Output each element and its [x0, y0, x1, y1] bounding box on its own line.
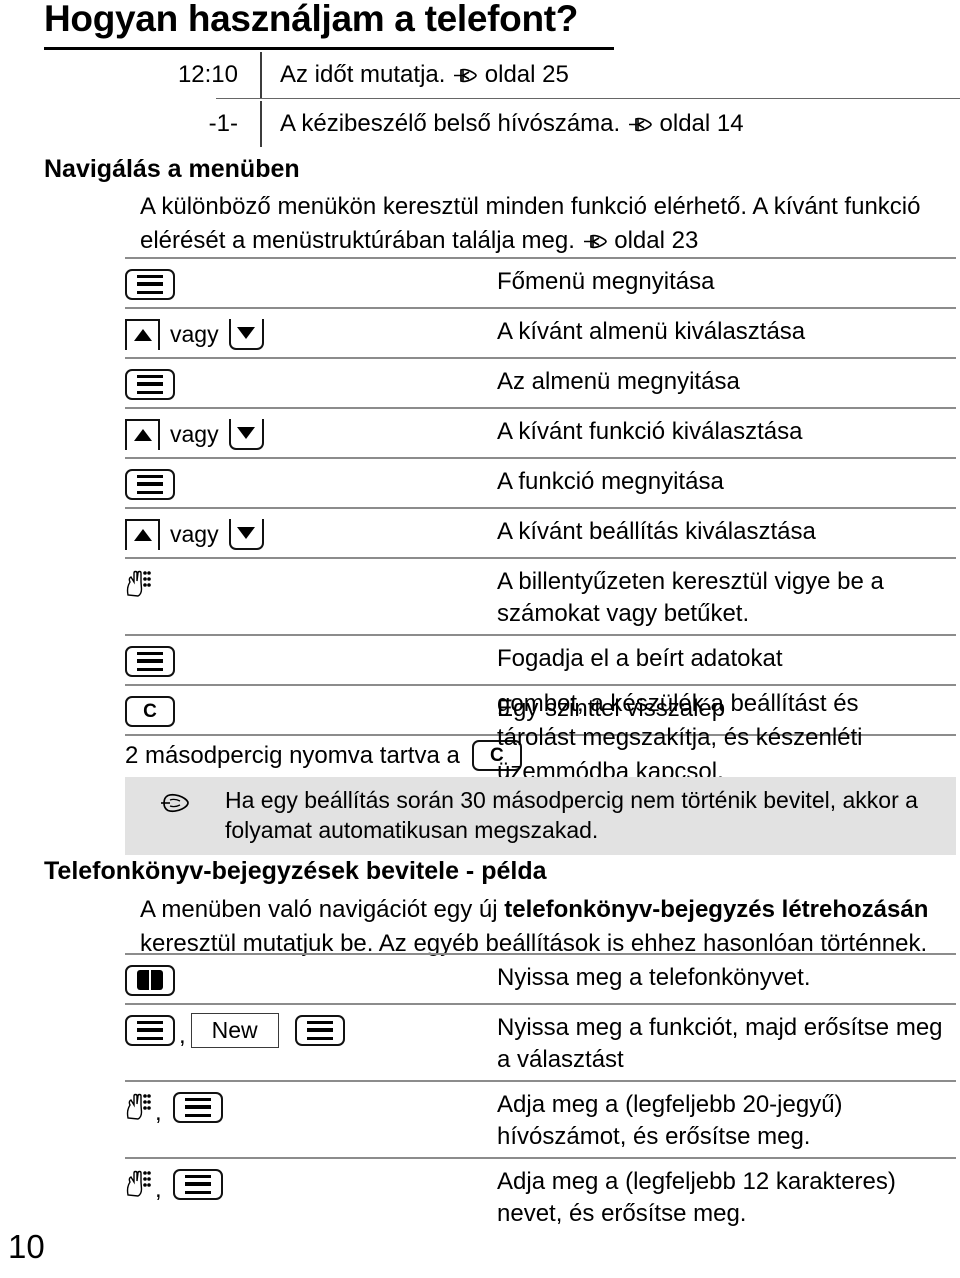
table-row: A billentyűzeten keresztül vigye be a sz…	[125, 557, 956, 634]
phonebook-intro-bold: telefonkönyv-bejegyzés létrehozásán	[504, 896, 929, 923]
column-divider	[260, 52, 262, 98]
phonebook-intro: A menüben való navigációt egy új telefon…	[140, 893, 960, 961]
keypad-entry-icon[interactable]	[125, 1169, 151, 1199]
step-description: Fogadja el a beírt adatokat	[497, 645, 783, 672]
step-description: Nyissa meg a funkciót, majd erősítse meg…	[497, 1014, 943, 1073]
step-keys: , New	[125, 1009, 497, 1049]
step-keys: vagy	[125, 313, 497, 353]
navigation-intro: A különböző menükön keresztül minden fun…	[140, 190, 958, 260]
pointing-hand-icon	[627, 111, 653, 141]
step-keys: vagy	[125, 513, 497, 553]
table-row: , Adja meg a (legfeljebb 12 karakteres) …	[125, 1157, 956, 1234]
display-page-ref: oldal 14	[659, 110, 744, 137]
menu-key-icon[interactable]	[172, 1168, 223, 1200]
step-keys	[125, 263, 497, 303]
step-description: A kívánt beállítás kiválasztása	[497, 518, 816, 545]
table-row: A funkció megnyitása	[125, 457, 956, 507]
menu-key-icon[interactable]	[125, 1014, 175, 1046]
display-description-text: A kézibeszélő belső hívószáma.	[280, 110, 621, 137]
up-arrow-key-icon[interactable]	[125, 418, 160, 450]
step-description: A kívánt funkció kiválasztása	[497, 418, 803, 445]
key-separator-comma: ,	[155, 1099, 162, 1126]
menu-key-icon[interactable]	[125, 645, 175, 677]
table-row: , New Nyissa meg a funkciót, majd erősít…	[125, 1003, 956, 1080]
menu-key-icon[interactable]	[125, 368, 175, 400]
display-description: A kézibeszélő belső hívószáma. oldal 14	[260, 101, 744, 141]
table-row: , Adja meg a (legfeljebb 20-jegyű) hívós…	[125, 1080, 956, 1157]
manual-page: Hogyan használjam a telefont? 12:10 Az i…	[0, 0, 960, 1278]
title-underline	[44, 47, 614, 50]
display-page-ref: oldal 25	[484, 61, 569, 88]
navigation-intro-text: A különböző menükön keresztül minden fun…	[140, 193, 921, 254]
key-separator-comma: ,	[179, 1022, 186, 1049]
table-row: vagy A kívánt funkció kiválasztása	[125, 407, 956, 457]
down-arrow-key-icon[interactable]	[228, 518, 264, 550]
table-row: Fogadja el a beírt adatokat	[125, 634, 956, 684]
key-separator-comma: ,	[155, 1176, 162, 1203]
step-description: Az almenü megnyitása	[497, 368, 740, 395]
display-row: 12:10 Az időt mutatja. oldal 25	[44, 52, 960, 99]
section-heading-phonebook: Telefonkönyv-bejegyzések bevitele - péld…	[44, 857, 547, 885]
menu-key-icon[interactable]	[172, 1091, 223, 1123]
step-keys: vagy	[125, 413, 497, 453]
down-arrow-key-icon[interactable]	[228, 318, 264, 350]
phonebook-key-icon[interactable]	[125, 964, 175, 996]
display-row-divider	[216, 98, 960, 99]
note-text: Ha egy beállítás során 30 másodpercig ne…	[225, 787, 918, 843]
pointing-hand-icon	[452, 62, 478, 92]
step-keys: ,	[125, 1086, 497, 1126]
up-arrow-key-icon[interactable]	[125, 518, 160, 550]
long-press-continuation: gombot, a készülék a beállítást és tárol…	[497, 690, 863, 785]
pointing-hand-icon	[125, 785, 225, 815]
table-row: vagy A kívánt beállítás kiválasztása	[125, 507, 956, 557]
step-description: A funkció megnyitása	[497, 468, 724, 495]
step-description: Adja meg a (legfeljebb 20-jegyű) hívószá…	[497, 1091, 843, 1150]
phonebook-intro-before: A menüben való navigációt egy új	[140, 896, 505, 923]
navigation-intro-ref: oldal 23	[614, 227, 699, 254]
display-description-text: Az időt mutatja.	[280, 61, 446, 88]
menu-key-icon[interactable]	[294, 1014, 345, 1046]
keypad-entry-icon[interactable]	[125, 1092, 151, 1122]
or-label: vagy	[170, 520, 219, 547]
display-symbol-table: 12:10 Az időt mutatja. oldal 25 -1- A ké…	[44, 52, 960, 147]
up-arrow-key-icon[interactable]	[125, 318, 160, 350]
display-description: Az időt mutatja. oldal 25	[260, 52, 569, 92]
step-keys	[125, 640, 497, 680]
menu-key-icon[interactable]	[125, 268, 175, 300]
step-description: A kívánt almenü kiválasztása	[497, 318, 806, 345]
display-symbol: -1-	[208, 110, 238, 137]
display-row: -1- A kézibeszélő belső hívószáma. oldal…	[44, 101, 956, 147]
table-row: vagy A kívánt almenü kiválasztása	[125, 307, 956, 357]
step-description: A billentyűzeten keresztül vigye be a sz…	[497, 568, 884, 627]
new-menu-label[interactable]: New	[190, 1012, 279, 1048]
or-label: vagy	[170, 320, 219, 347]
step-keys	[125, 363, 497, 403]
table-row: Nyissa meg a telefonkönyvet.	[125, 953, 956, 1003]
step-keys: ,	[125, 1163, 497, 1203]
menu-key-icon[interactable]	[125, 468, 175, 500]
long-press-prefix-group: 2 másodpercig nyomva tartva a C	[125, 740, 522, 771]
step-description: Adja meg a (legfeljebb 12 karakteres) ne…	[497, 1168, 896, 1227]
display-symbol: 12:10	[177, 61, 238, 88]
column-divider	[260, 101, 262, 147]
step-keys: C	[125, 690, 497, 730]
step-keys	[125, 563, 497, 603]
pointing-hand-icon	[582, 226, 608, 260]
phonebook-steps-table: Nyissa meg a telefonkönyvet. , New Nyiss…	[125, 953, 956, 1234]
long-press-prefix: 2 másodpercig nyomva tartva a	[125, 741, 460, 769]
section-heading-navigation: Navigálás a menüben	[44, 155, 300, 183]
note-box: Ha egy beállítás során 30 másodpercig ne…	[125, 777, 956, 855]
down-arrow-key-icon[interactable]	[228, 418, 264, 450]
keypad-entry-icon[interactable]	[125, 569, 151, 599]
page-title: Hogyan használjam a telefont?	[44, 0, 579, 39]
page-number: 10	[8, 1228, 45, 1265]
clear-key-icon[interactable]: C	[125, 695, 175, 727]
table-row: Az almenü megnyitása	[125, 357, 956, 407]
step-keys	[125, 463, 497, 503]
step-keys	[125, 959, 497, 999]
or-label: vagy	[170, 420, 219, 447]
step-description: Nyissa meg a telefonkönyvet.	[497, 964, 811, 991]
step-description: Főmenü megnyitása	[497, 268, 715, 295]
table-row: Főmenü megnyitása	[125, 257, 956, 307]
